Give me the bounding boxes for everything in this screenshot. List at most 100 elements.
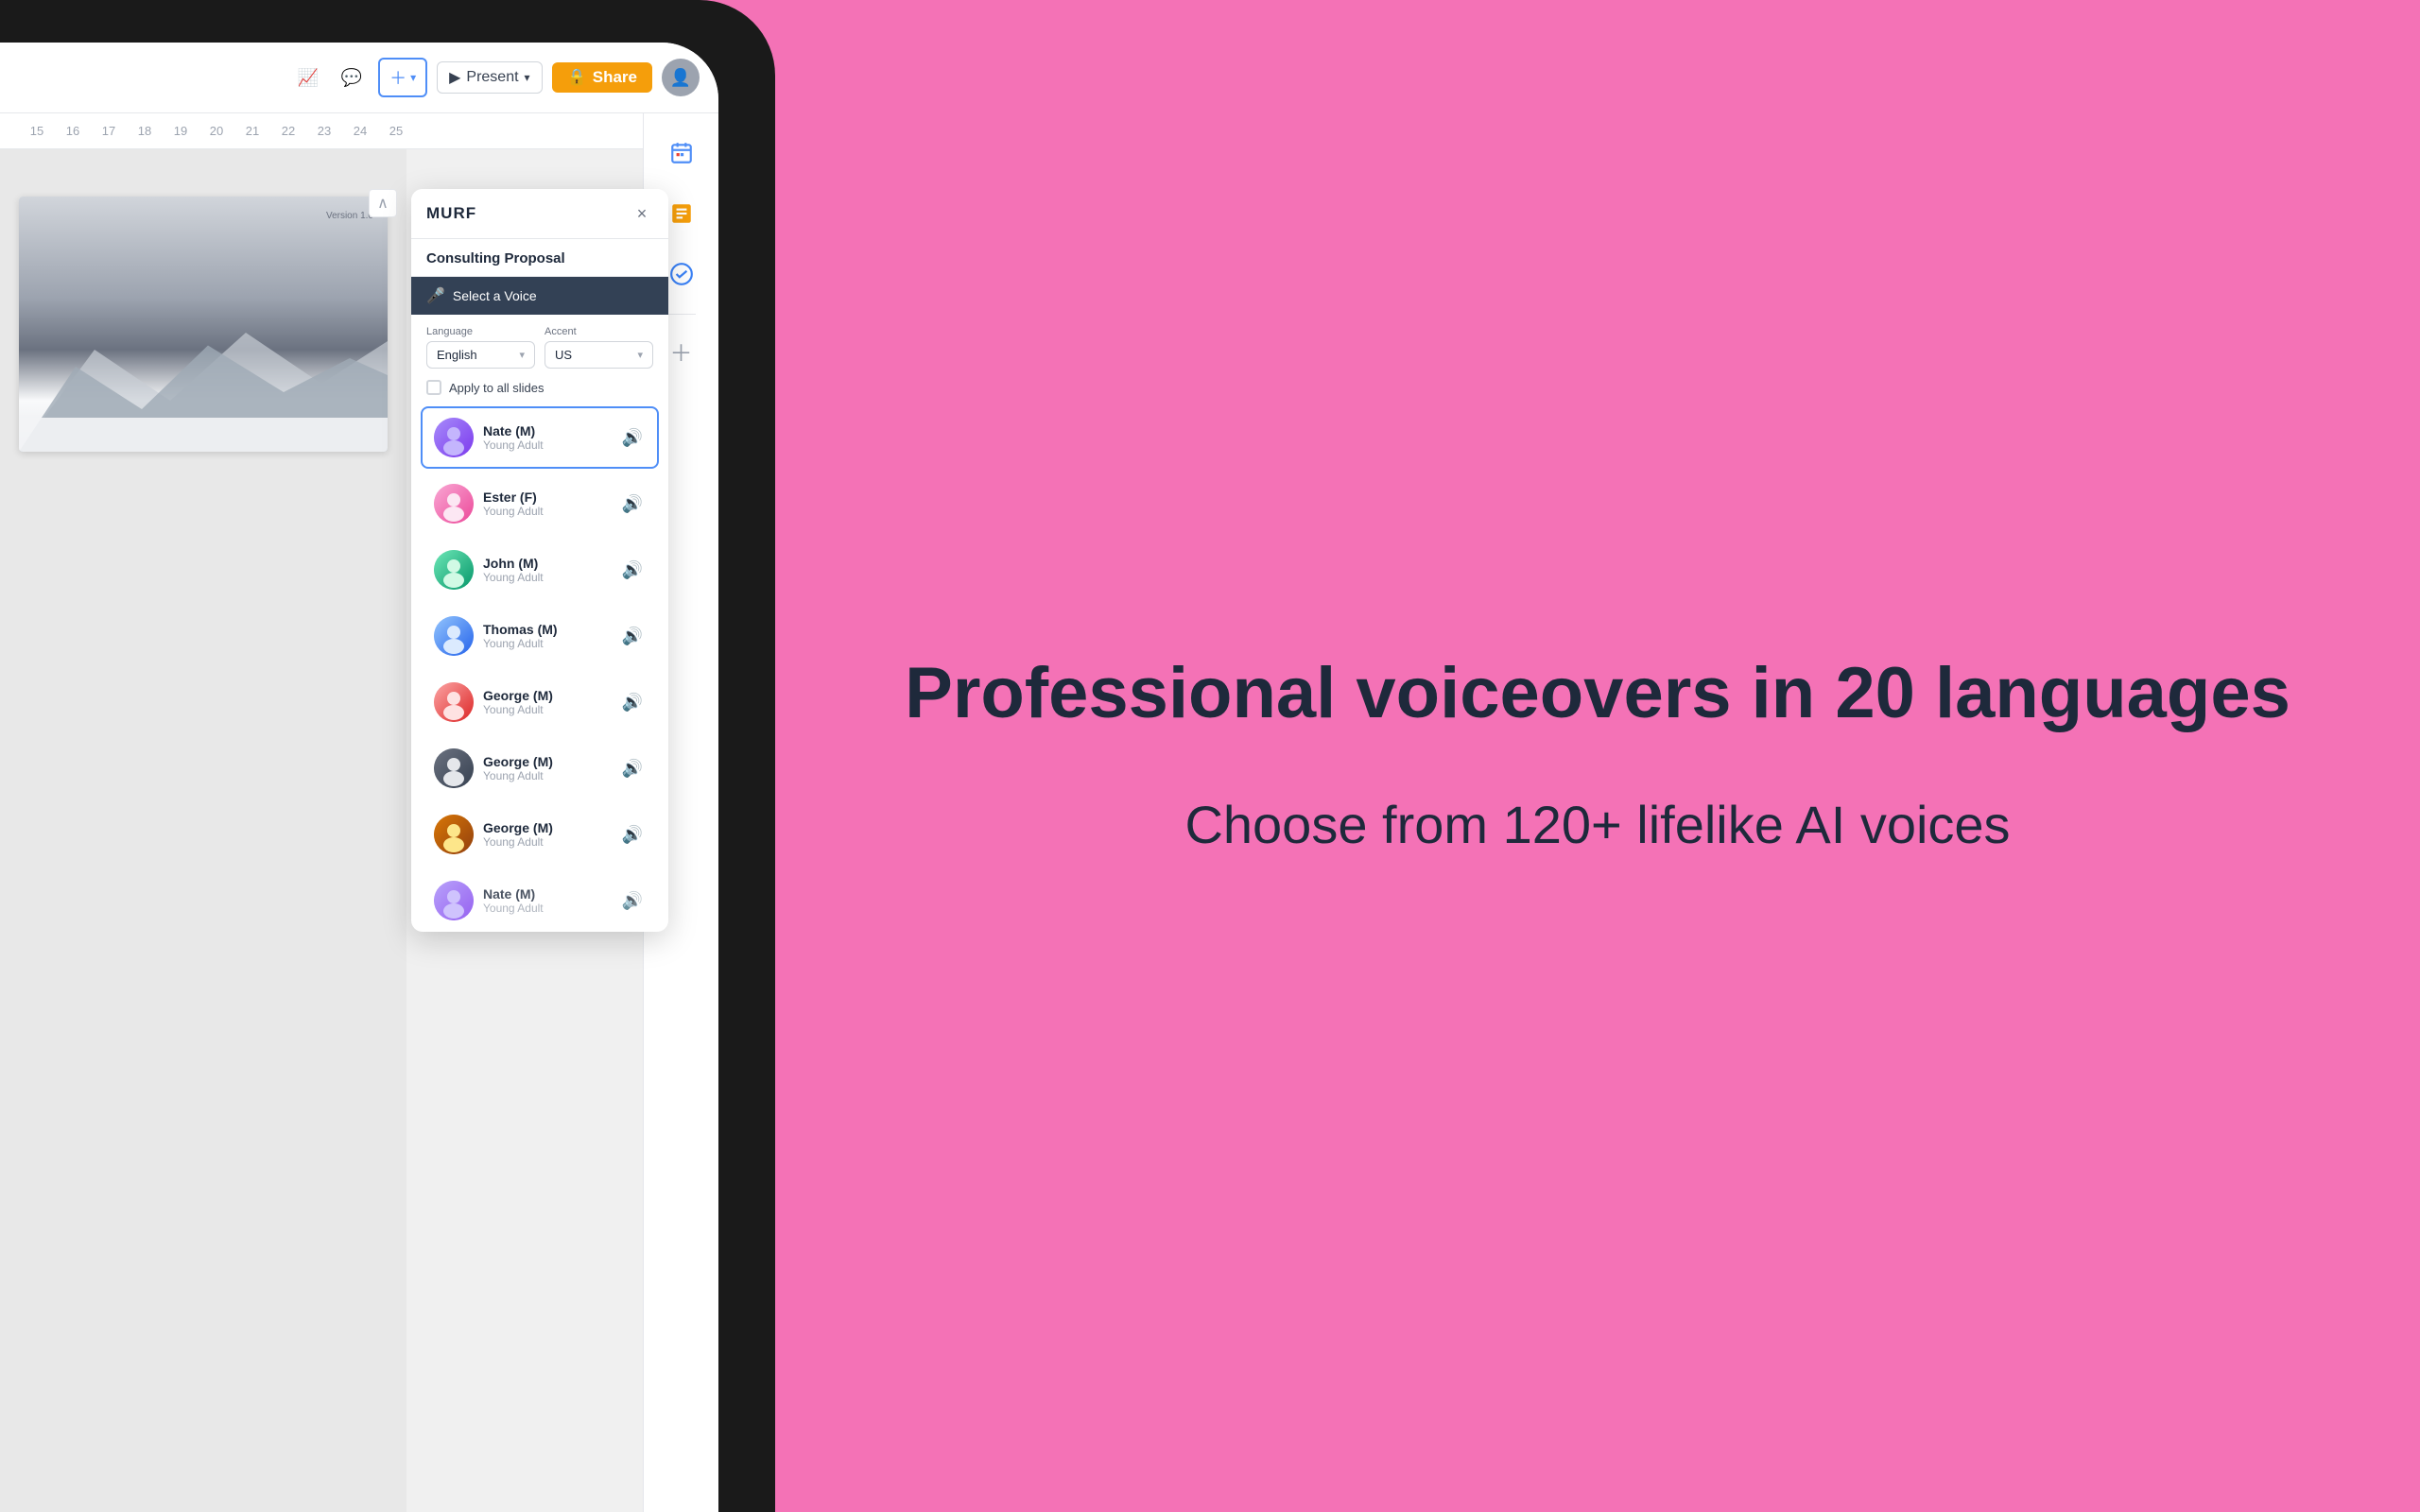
voice-item-ester[interactable]: Ester (F) Young Adult 🔊 <box>421 472 659 535</box>
voice-info-thomas: Thomas (M) Young Adult <box>483 622 610 650</box>
ruler-mark: 21 <box>234 124 270 138</box>
slide-canvas: Version 1.0 <box>19 197 388 452</box>
voice-name-thomas: Thomas (M) <box>483 622 610 637</box>
language-filter-group: Language English ▾ <box>426 326 535 369</box>
language-chevron-icon: ▾ <box>519 349 525 361</box>
accent-chevron-icon: ▾ <box>637 349 643 361</box>
voice-avatar-thomas <box>434 616 474 656</box>
voice-item-john[interactable]: John (M) Young Adult 🔊 <box>421 539 659 601</box>
voice-play-george3[interactable]: 🔊 <box>619 821 646 848</box>
voice-avatar-ester <box>434 484 474 524</box>
apply-all-label: Apply to all slides <box>449 381 544 395</box>
present-icon: ▶ <box>449 68 460 87</box>
slide-background <box>19 197 388 452</box>
ruler-mark: 22 <box>270 124 306 138</box>
voice-item-nate[interactable]: Nate (M) Young Adult 🔊 <box>421 406 659 469</box>
add-chevron-icon: ▾ <box>410 71 416 84</box>
voice-info-john: John (M) Young Adult <box>483 556 610 584</box>
language-label: Language <box>426 326 535 337</box>
voice-name-nate: Nate (M) <box>483 423 610 438</box>
select-voice-label: Select a Voice <box>453 288 537 303</box>
voice-play-thomas[interactable]: 🔊 <box>619 623 646 649</box>
slide-area: Version 1.0 <box>0 149 406 1512</box>
voice-type-george1: Young Adult <box>483 703 610 716</box>
toolbar: 📈 💬 ＋ ▾ ▶ Present ▾ 🔒 Share 👤 <box>0 43 718 113</box>
voice-info-ester: Ester (F) Young Adult <box>483 490 610 518</box>
voice-list: Nate (M) Young Adult 🔊 Ester (F) Young A… <box>411 406 668 932</box>
voice-item-nate2[interactable]: Nate (M) Young Adult 🔊 <box>421 869 659 932</box>
accent-filter-group: Accent US ▾ <box>544 326 653 369</box>
voice-name-ester: Ester (F) <box>483 490 610 505</box>
voice-avatar-nate2 <box>434 881 474 920</box>
marketing-headline: Professional voiceovers in 20 languages <box>905 652 2290 734</box>
voice-name-george2: George (M) <box>483 754 610 769</box>
voice-type-nate2: Young Adult <box>483 902 610 915</box>
voice-play-ester[interactable]: 🔊 <box>619 490 646 517</box>
apply-all-checkbox[interactable] <box>426 380 441 395</box>
ruler-mark: 15 <box>19 124 55 138</box>
voice-type-nate: Young Adult <box>483 438 610 452</box>
accent-select[interactable]: US ▾ <box>544 341 653 369</box>
language-select[interactable]: English ▾ <box>426 341 535 369</box>
voice-info-nate: Nate (M) Young Adult <box>483 423 610 452</box>
dialog-title: Consulting Proposal <box>426 250 653 266</box>
voice-avatar-george1 <box>434 682 474 722</box>
present-button[interactable]: ▶ Present ▾ <box>437 61 542 94</box>
voice-type-ester: Young Adult <box>483 505 610 518</box>
voice-item-george3[interactable]: George (M) Young Adult 🔊 <box>421 803 659 866</box>
ruler-mark: 16 <box>55 124 91 138</box>
dialog-title-row: Consulting Proposal <box>411 239 668 277</box>
murf-logo: MURF <box>426 204 476 223</box>
ruler-mark: 25 <box>378 124 414 138</box>
voice-info-george3: George (M) Young Adult <box>483 820 610 849</box>
select-voice-bar[interactable]: 🎤 Select a Voice <box>411 277 668 315</box>
voice-info-george2: George (M) Young Adult <box>483 754 610 782</box>
murf-dialog: MURF × Consulting Proposal 🎤 Select a Vo… <box>411 189 668 932</box>
ruler-mark: 17 <box>91 124 127 138</box>
sidebar-divider <box>667 314 696 315</box>
sidebar-toggle-button[interactable]: ∧ <box>369 189 397 217</box>
voice-name-george1: George (M) <box>483 688 610 703</box>
marketing-subtext: Choose from 120+ lifelike AI voices <box>1184 791 2010 860</box>
voice-avatar-nate <box>434 418 474 457</box>
voice-play-george2[interactable]: 🔊 <box>619 755 646 782</box>
ruler-mark: 23 <box>306 124 342 138</box>
share-button[interactable]: 🔒 Share <box>552 62 652 93</box>
language-value: English <box>437 348 477 362</box>
present-chevron-icon: ▾ <box>525 71 530 84</box>
filter-row: Language English ▾ Accent US ▾ <box>411 315 668 380</box>
voice-play-george1[interactable]: 🔊 <box>619 689 646 715</box>
mountain-svg <box>19 299 388 452</box>
voice-item-george2[interactable]: George (M) Young Adult 🔊 <box>421 737 659 799</box>
sidebar-add-icon[interactable]: ＋ <box>665 334 699 368</box>
ruler-mark: 24 <box>342 124 378 138</box>
microphone-icon: 🎤 <box>426 286 445 305</box>
accent-value: US <box>555 348 572 362</box>
version-label: Version 1.0 <box>326 211 373 221</box>
apply-all-row: Apply to all slides <box>411 380 668 406</box>
voice-type-george3: Young Adult <box>483 835 610 849</box>
user-avatar[interactable]: 👤 <box>662 59 700 96</box>
laptop-screen: 📈 💬 ＋ ▾ ▶ Present ▾ 🔒 Share 👤 <box>0 43 718 1512</box>
voice-name-john: John (M) <box>483 556 610 571</box>
voice-item-thomas[interactable]: Thomas (M) Young Adult 🔊 <box>421 605 659 667</box>
voice-play-nate[interactable]: 🔊 <box>619 424 646 451</box>
voice-type-john: Young Adult <box>483 571 610 584</box>
comment-icon[interactable]: 💬 <box>335 60 369 94</box>
voice-info-nate2: Nate (M) Young Adult <box>483 886 610 915</box>
ruler-marks: 15 16 17 18 19 20 21 22 23 24 25 <box>19 124 414 138</box>
trend-icon[interactable]: 📈 <box>291 60 325 94</box>
add-button[interactable]: ＋ ▾ <box>378 58 427 97</box>
dialog-header: MURF × <box>411 189 668 239</box>
voice-avatar-john <box>434 550 474 590</box>
laptop-bezel: 📈 💬 ＋ ▾ ▶ Present ▾ 🔒 Share 👤 <box>0 0 775 1512</box>
voice-type-thomas: Young Adult <box>483 637 610 650</box>
plus-icon: ＋ <box>389 65 406 90</box>
voice-play-nate2[interactable]: 🔊 <box>619 887 646 914</box>
dialog-close-button[interactable]: × <box>631 202 653 225</box>
ruler-mark: 18 <box>127 124 163 138</box>
voice-play-john[interactable]: 🔊 <box>619 557 646 583</box>
voice-avatar-george3 <box>434 815 474 854</box>
calendar-icon[interactable] <box>661 132 702 174</box>
voice-item-george1[interactable]: George (M) Young Adult 🔊 <box>421 671 659 733</box>
